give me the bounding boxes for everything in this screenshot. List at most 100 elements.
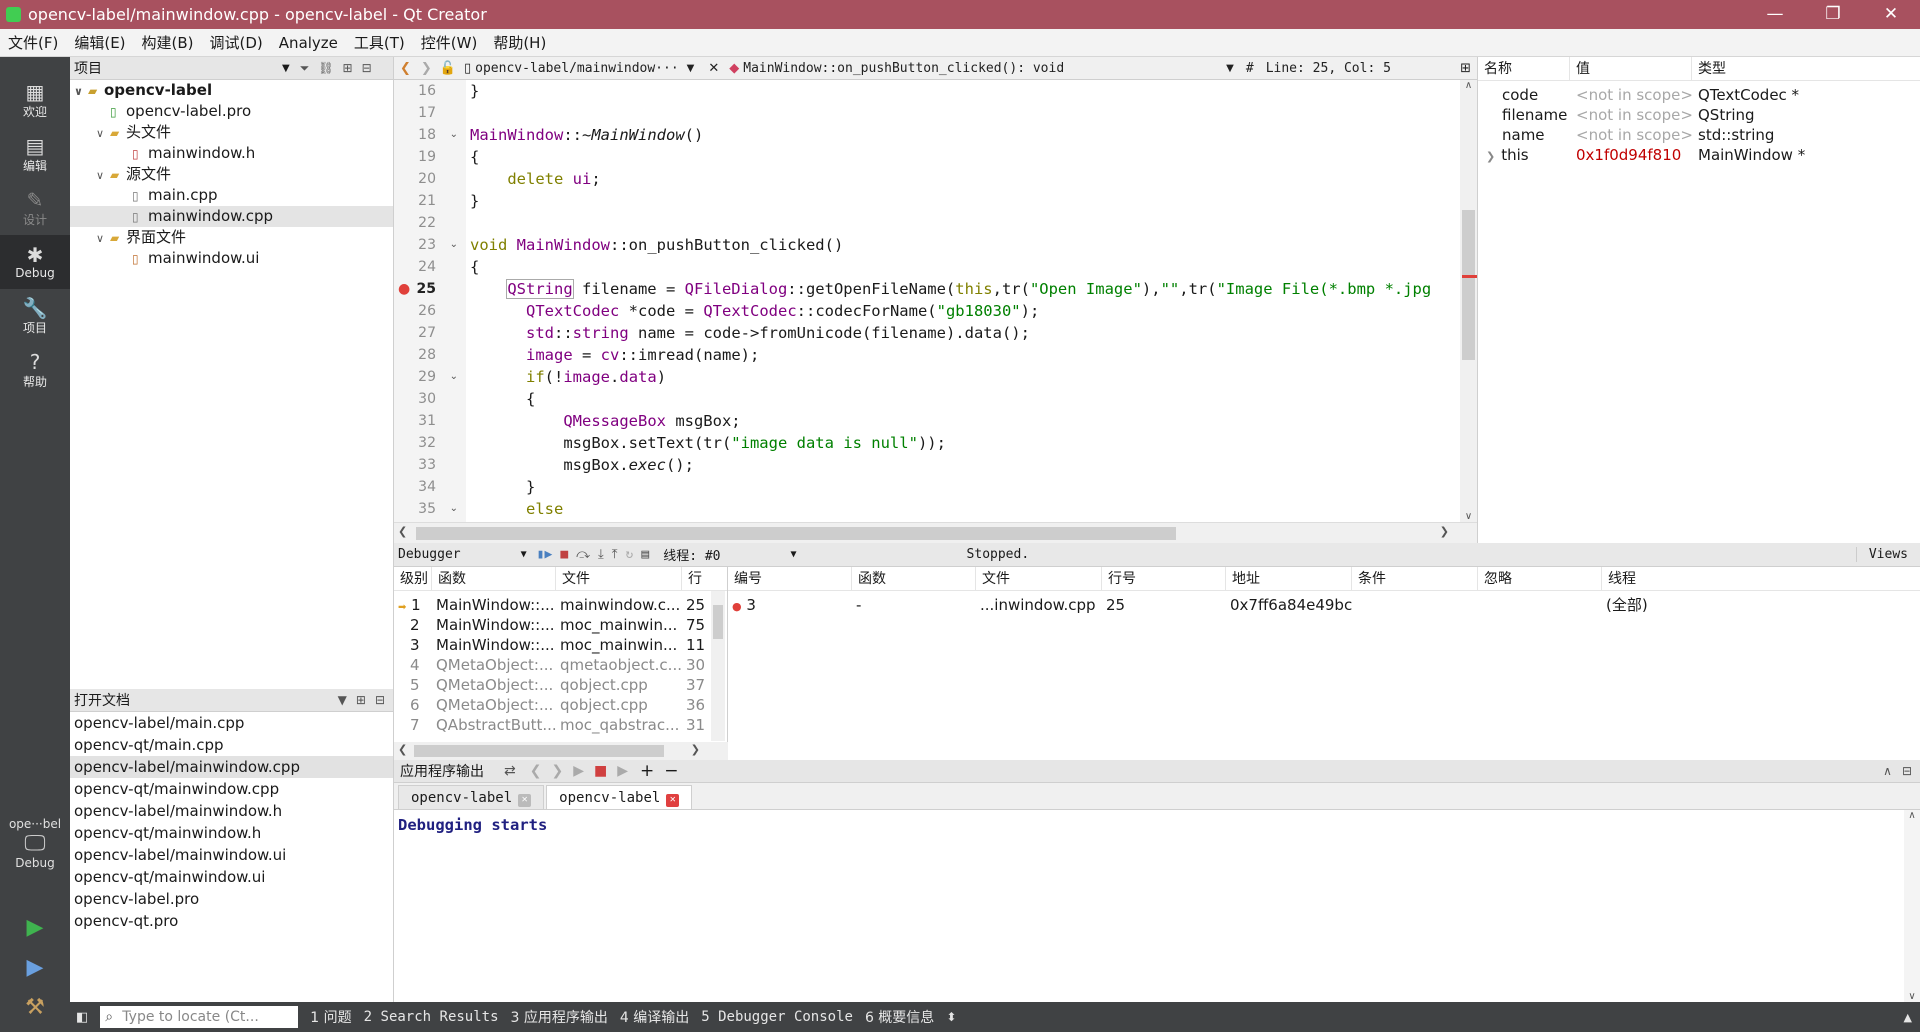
file-selector[interactable]: opencv-label/mainwindow··· bbox=[475, 61, 679, 76]
run-button[interactable]: ▶ bbox=[0, 907, 70, 947]
menu-debug[interactable]: 调试(D) bbox=[202, 32, 271, 53]
close-tab-icon[interactable]: ✕ bbox=[518, 794, 532, 807]
debugger-dropdown-icon[interactable]: ▼ bbox=[521, 549, 527, 560]
continue-icon[interactable]: ▮▶ bbox=[537, 547, 553, 562]
view-dropdown-icon[interactable]: ▼ bbox=[282, 63, 290, 74]
stack-frame-row[interactable]: 5 QMetaObject:... qobject.cpp 37 bbox=[394, 675, 727, 695]
locals-row[interactable]: filename <not in scope> QString bbox=[1478, 105, 1920, 125]
file-dropdown-icon[interactable]: ▼ bbox=[679, 63, 703, 74]
status-general-messages[interactable]: 6 概要信息 bbox=[865, 1007, 934, 1027]
list-item[interactable]: opencv-label.pro bbox=[70, 888, 393, 910]
split-icon[interactable]: ⊞ bbox=[356, 693, 366, 707]
next-icon[interactable]: ❯ bbox=[551, 763, 563, 779]
status-compile-output[interactable]: 4 编译输出 bbox=[620, 1007, 689, 1027]
list-item[interactable]: opencv-qt/mainwindow.cpp bbox=[70, 778, 393, 800]
mode-design[interactable]: ✎ 设计 bbox=[0, 181, 70, 235]
back-icon[interactable]: ❮ bbox=[394, 61, 417, 76]
list-item[interactable]: opencv-qt/mainwindow.ui bbox=[70, 866, 393, 888]
filter-icon[interactable]: ⏷ bbox=[300, 61, 310, 76]
symbol-dropdown-icon[interactable]: ▼ bbox=[1226, 63, 1234, 74]
mode-projects[interactable]: 🔧 项目 bbox=[0, 289, 70, 343]
locator-input[interactable]: ⌕ Type to locate (Ct... bbox=[100, 1006, 299, 1028]
stack-horizontal-scrollbar[interactable]: ❮ ❯ bbox=[394, 742, 728, 760]
status-app-output[interactable]: 3 应用程序输出 bbox=[511, 1007, 608, 1027]
split-editor-icon[interactable]: ⊞ bbox=[1460, 61, 1477, 76]
scroll-thumb[interactable] bbox=[1462, 210, 1475, 360]
step-out-icon[interactable]: ⤒ bbox=[612, 547, 618, 562]
locals-row[interactable]: ❯ this 0x1f0d94f810 MainWindow * bbox=[1478, 145, 1920, 165]
rerun-icon[interactable]: ▶ bbox=[573, 763, 584, 779]
status-more-icon[interactable]: ⬍ bbox=[946, 1010, 956, 1024]
attach-debugger-icon[interactable]: ▶ bbox=[617, 763, 628, 779]
close-pane-icon[interactable]: ⊟ bbox=[375, 693, 385, 707]
list-item[interactable]: opencv-label/mainwindow.h bbox=[70, 800, 393, 822]
thread-dropdown-icon[interactable]: ▼ bbox=[791, 549, 797, 560]
line-number-current[interactable]: ● 25 bbox=[394, 278, 466, 300]
output-tab-active[interactable]: opencv-label ✕ bbox=[546, 785, 693, 809]
locals-row[interactable]: code <not in scope> QTextCodec * bbox=[1478, 85, 1920, 105]
toggle-sidebar-icon[interactable]: ◧ bbox=[76, 1010, 88, 1025]
maximize-button[interactable]: ❐ bbox=[1804, 0, 1862, 29]
breakpoint-row[interactable]: ● 3 - ...inwindow.cpp 25 0x7ff6a84e49bc … bbox=[728, 595, 1920, 615]
stop-icon[interactable]: ■ bbox=[594, 763, 607, 779]
breakpoint-icon[interactable]: ● bbox=[398, 278, 410, 300]
restart-icon[interactable]: ↻ bbox=[626, 547, 634, 562]
build-button[interactable]: ⚒ bbox=[0, 987, 70, 1027]
output-scrollbar[interactable]: ∧ ∨ bbox=[1904, 810, 1920, 1002]
zoom-out-icon[interactable]: − bbox=[664, 761, 678, 781]
attach-icon[interactable]: ⇄ bbox=[504, 763, 516, 779]
stop-debugger-icon[interactable]: ■ bbox=[560, 547, 568, 562]
mode-welcome[interactable]: ▦ 欢迎 bbox=[0, 73, 70, 127]
dropdown-icon[interactable]: ▼ bbox=[338, 693, 347, 707]
menu-widgets[interactable]: 控件(W) bbox=[413, 32, 486, 53]
status-debugger-console[interactable]: 5 Debugger Console bbox=[701, 1009, 853, 1025]
menu-analyze[interactable]: Analyze bbox=[271, 34, 346, 52]
tree-item-pro[interactable]: ▯ opencv-label.pro bbox=[70, 101, 393, 122]
minimize-button[interactable]: — bbox=[1746, 0, 1804, 29]
fold-icon[interactable]: ⌄ bbox=[450, 234, 458, 256]
tree-item-headers[interactable]: ∨ ▰ 头文件 bbox=[70, 122, 393, 143]
menu-edit[interactable]: 编辑(E) bbox=[66, 32, 133, 53]
output-text[interactable]: Debugging starts bbox=[394, 810, 1920, 840]
stack-vertical-scrollbar[interactable] bbox=[711, 591, 725, 741]
tree-item-sources[interactable]: ∨ ▰ 源文件 bbox=[70, 164, 393, 185]
stack-frame-row[interactable]: 7 QAbstractButt... moc_qabstrac... 31 bbox=[394, 715, 727, 735]
views-button[interactable]: Views bbox=[1855, 547, 1920, 562]
status-expand-icon[interactable]: ▲ bbox=[1904, 1011, 1920, 1024]
debugger-selector[interactable]: Debugger bbox=[394, 547, 461, 562]
status-search-results[interactable]: 2 Search Results bbox=[364, 1009, 499, 1025]
link-icon[interactable]: ⛓ bbox=[318, 61, 333, 76]
stack-frame-row[interactable]: 3 MainWindow::... moc_mainwin... 11 bbox=[394, 635, 727, 655]
step-into-icon[interactable]: ⤓ bbox=[598, 547, 604, 562]
close-pane-icon[interactable]: ⊟ bbox=[1902, 764, 1920, 778]
fold-icon[interactable]: ⌄ bbox=[450, 498, 458, 520]
close-tab-icon[interactable]: ✕ bbox=[666, 794, 680, 807]
symbol-selector[interactable]: MainWindow::on_pushButton_clicked(): voi… bbox=[743, 61, 1064, 76]
close-pane-icon[interactable]: ⊟ bbox=[362, 61, 372, 76]
list-item[interactable]: opencv-label/main.cpp bbox=[70, 712, 393, 734]
tree-item-project[interactable]: ∨ ▰ opencv-label bbox=[70, 80, 393, 101]
split-icon[interactable]: ⊞ bbox=[343, 61, 353, 76]
step-over-icon[interactable]: ⤼ bbox=[576, 547, 590, 562]
maximize-pane-icon[interactable]: ∧ bbox=[1883, 764, 1902, 778]
tree-item-mainwindow-h[interactable]: ▯ mainwindow.h bbox=[70, 143, 393, 164]
close-file-icon[interactable]: ✕ bbox=[702, 61, 725, 76]
tree-item-mainwindow-cpp[interactable]: ▯ mainwindow.cpp bbox=[70, 206, 393, 227]
stack-frame-row[interactable]: 6 QMetaObject:... qobject.cpp 36 bbox=[394, 695, 727, 715]
locals-row[interactable]: name <not in scope> std::string bbox=[1478, 125, 1920, 145]
tree-item-forms[interactable]: ∨ ▰ 界面文件 bbox=[70, 227, 393, 248]
fold-icon[interactable]: ⌄ bbox=[450, 366, 458, 388]
expand-icon[interactable]: ❯ bbox=[1486, 150, 1495, 163]
list-item[interactable]: opencv-qt/main.cpp bbox=[70, 734, 393, 756]
list-item[interactable]: opencv-qt.pro bbox=[70, 910, 393, 932]
forward-icon[interactable]: ❯ bbox=[417, 61, 436, 76]
menu-build[interactable]: 构建(B) bbox=[134, 32, 202, 53]
tree-item-mainwindow-ui[interactable]: ▯ mainwindow.ui bbox=[70, 248, 393, 269]
stack-frame-row[interactable]: ➡ 1 MainWindow::... mainwindow.c... 25 bbox=[394, 595, 727, 615]
menu-file[interactable]: 文件(F) bbox=[0, 32, 66, 53]
menu-tools[interactable]: 工具(T) bbox=[346, 32, 413, 53]
editor-horizontal-scrollbar[interactable]: ❮ ❯ bbox=[394, 522, 1477, 543]
cursor-position[interactable]: Line: 25, Col: 5 bbox=[1266, 61, 1391, 76]
mode-help[interactable]: ? 帮助 bbox=[0, 343, 70, 397]
editor-vertical-scrollbar[interactable]: ∧ ∨ bbox=[1460, 80, 1477, 522]
